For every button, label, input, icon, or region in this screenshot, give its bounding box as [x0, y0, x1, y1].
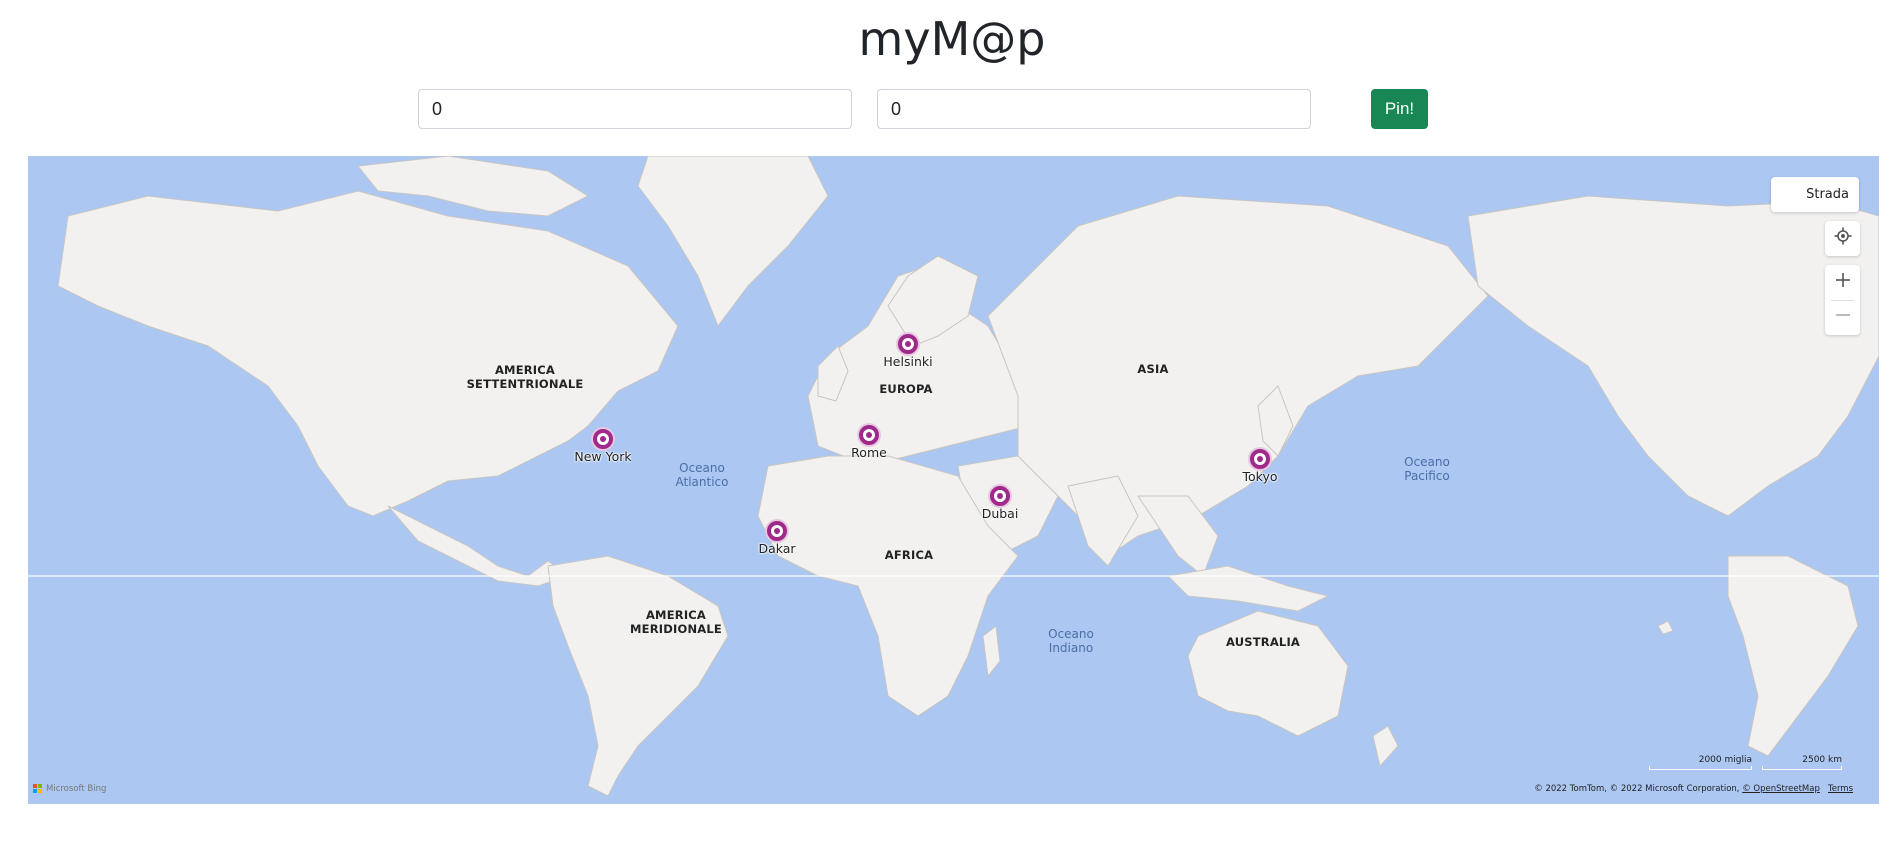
pin-label-dakar: Dakar [758, 541, 796, 556]
scale-bar-miles: 2000 miglia [1649, 755, 1752, 770]
scale-bar-line [1649, 766, 1752, 770]
ocean-label-indian: Oceano Indiano [1048, 627, 1094, 655]
map-base-layer [28, 156, 1879, 804]
microsoft-bing-logo[interactable]: Microsoft Bing [33, 784, 106, 794]
map-copyright: © 2022 TomTom, © 2022 Microsoft Corporat… [1534, 784, 1853, 794]
pin-label-new-york: New York [574, 449, 632, 464]
plus-icon [1835, 272, 1851, 293]
pin-button[interactable]: Pin! [1371, 89, 1428, 129]
terms-link[interactable]: Terms [1828, 784, 1853, 794]
scale-label-km: 2500 km [1802, 755, 1842, 765]
map-style-button[interactable]: Strada [1771, 177, 1859, 212]
longitude-input[interactable] [877, 89, 1311, 129]
continent-label-south-america: AMERICA MERIDIONALE [630, 608, 722, 636]
locate-me-button[interactable] [1825, 221, 1860, 256]
map-pin-icon[interactable] [988, 484, 1012, 508]
map-pin-icon[interactable] [591, 427, 615, 451]
map-pin-icon[interactable] [857, 423, 881, 447]
openstreetmap-link[interactable]: © OpenStreetMap [1742, 784, 1820, 794]
map-pin-icon[interactable] [1248, 447, 1272, 471]
latitude-input[interactable] [418, 89, 852, 129]
continent-label-asia: ASIA [1137, 362, 1169, 376]
pin-label-helsinki: Helsinki [883, 354, 933, 369]
continent-label-africa: AFRICA [884, 548, 934, 562]
pin-label-rome: Rome [851, 445, 887, 460]
zoom-in-button[interactable] [1825, 265, 1860, 300]
continent-label-australia: AUSTRALIA [1225, 635, 1301, 649]
map-pin-icon[interactable] [765, 519, 789, 543]
ocean-label-atlantic: Oceano Atlantico [675, 461, 729, 489]
zoom-controls [1825, 265, 1860, 335]
copyright-text: © 2022 TomTom, © 2022 Microsoft Corporat… [1534, 784, 1740, 794]
continent-label-north-america: AMERICA SETTENTRIONALE [466, 363, 584, 391]
microsoft-logo-icon [33, 784, 43, 794]
world-map[interactable]: AMERICA SETTENTRIONALE EUROPA ASIA AFRICA… [28, 156, 1879, 804]
scale-bar-line [1762, 766, 1842, 770]
scale-label-miles: 2000 miglia [1698, 755, 1752, 765]
ocean-label-pacific: Oceano Pacifico [1404, 455, 1450, 483]
map-pin-icon[interactable] [896, 332, 920, 356]
pin-label-dubai: Dubai [981, 506, 1019, 521]
minus-icon [1835, 307, 1851, 328]
page-title: myM@p [858, 12, 1046, 66]
zoom-out-button[interactable] [1825, 300, 1860, 335]
bing-logo-text: Microsoft Bing [46, 784, 107, 794]
pin-label-tokyo: Tokyo [1242, 469, 1278, 484]
crosshair-icon [1834, 227, 1852, 250]
scale-bar-km: 2500 km [1762, 755, 1842, 770]
continent-label-europe: EUROPA [879, 382, 933, 396]
